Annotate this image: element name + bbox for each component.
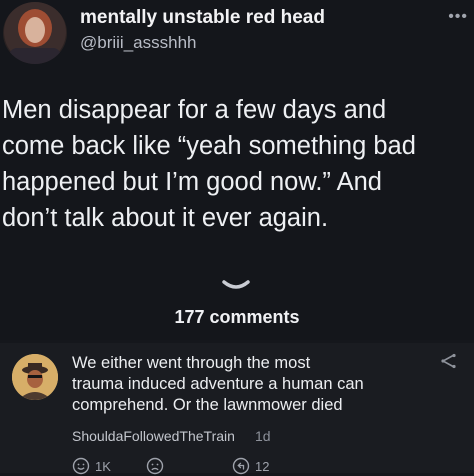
comment-time: 1d bbox=[255, 428, 271, 444]
post-text: Men disappear for a few days and come ba… bbox=[2, 96, 416, 232]
comment-card: We either went through the most trauma i… bbox=[0, 343, 474, 476]
commenter-avatar[interactable] bbox=[12, 354, 58, 400]
reply-button[interactable]: 12 bbox=[232, 456, 269, 476]
like-count: 1K bbox=[95, 458, 111, 474]
author-name[interactable]: mentally unstable red head bbox=[80, 7, 325, 29]
author-handle[interactable]: @briii_assshhh bbox=[80, 33, 196, 53]
dislike-button[interactable] bbox=[146, 456, 164, 476]
author-avatar[interactable] bbox=[3, 2, 67, 64]
more-icon[interactable]: ••• bbox=[448, 8, 468, 26]
chevron-down-icon[interactable] bbox=[221, 278, 251, 292]
dislike-icon bbox=[146, 457, 164, 475]
like-button[interactable]: 1K bbox=[72, 456, 111, 476]
post-card: mentally unstable red head @briii_assshh… bbox=[0, 0, 474, 340]
comment-author[interactable]: ShouldaFollowedTheTrain bbox=[72, 428, 235, 444]
reply-count: 12 bbox=[255, 458, 270, 474]
share-icon[interactable] bbox=[440, 353, 458, 369]
reply-icon bbox=[232, 457, 250, 475]
like-icon bbox=[72, 457, 90, 475]
comment-text: We either went through the most trauma i… bbox=[72, 354, 364, 414]
comments-count[interactable]: 177 comments bbox=[0, 307, 474, 328]
